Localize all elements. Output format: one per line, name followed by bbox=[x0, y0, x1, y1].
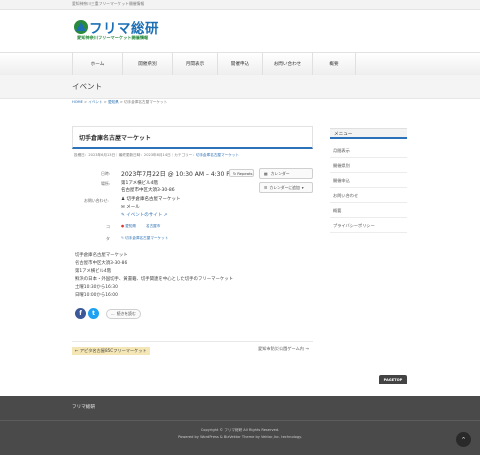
body-line-6: 日曜10:00から16:00 bbox=[75, 293, 118, 298]
repeats-label: Repeats bbox=[237, 170, 253, 176]
event-date: 2023年7月22日 @ 10:30 AM – 4:30 PM bbox=[121, 171, 236, 178]
logo-subtitle: 愛知神奈川フリーマーケット開催情報 bbox=[77, 35, 149, 40]
body-line-3: 第1アメ横ビル4階 bbox=[75, 269, 112, 274]
breadcrumb-current: 切手倉庫名古屋マーケット bbox=[124, 100, 168, 104]
nav-contact[interactable]: お問い合わせ bbox=[262, 53, 312, 75]
facebook-share-icon[interactable]: f bbox=[75, 308, 86, 319]
contact-name: ♟ 切手倉庫名古屋マーケット bbox=[121, 196, 180, 202]
body-line-1: 切手倉庫名古屋マーケット bbox=[75, 253, 128, 258]
sidebar-heading: メニュー bbox=[330, 128, 407, 139]
event-title: 切手倉庫名古屋マーケット bbox=[79, 135, 152, 142]
breadcrumb-aichi[interactable]: 愛知県 bbox=[108, 100, 119, 104]
share-more-label: 続きを読む bbox=[116, 311, 136, 316]
sidebar-item-contact[interactable]: お問い合わせ bbox=[330, 189, 407, 203]
sidebar-item-privacy[interactable]: プライバシーポリシー bbox=[330, 219, 407, 233]
place-line-2: 名古屋市中区大須3-30-86 bbox=[121, 188, 175, 193]
contact-label: お問い合わせ: bbox=[84, 198, 109, 203]
page-header: イベント bbox=[0, 75, 480, 99]
footer-divider bbox=[0, 420, 480, 421]
event-site-text: イベントのサイト bbox=[126, 213, 163, 218]
breadcrumb-events[interactable]: イベント bbox=[88, 100, 102, 104]
date-label: 日時: bbox=[101, 171, 111, 176]
footer-site-name[interactable]: フリマ総研 bbox=[72, 404, 95, 410]
share-more-button[interactable]: ⋯ 続きを読む bbox=[106, 309, 141, 319]
sidebar-item-monthly[interactable]: 月間表示 bbox=[330, 144, 407, 158]
event-tag-text: 切手倉庫名古屋マーケット bbox=[125, 236, 169, 240]
place-line-1: 第1アメ横ビル4階 bbox=[121, 181, 159, 186]
nav-home[interactable]: ホーム bbox=[72, 53, 122, 75]
next-post-link[interactable]: 愛知市防災公園ゲーム内 → bbox=[258, 346, 309, 352]
tags-label: タ bbox=[106, 236, 110, 241]
event-site-link[interactable]: ✎ イベントのサイト ↗ bbox=[121, 212, 167, 218]
nav-apply[interactable]: 開催申込 bbox=[217, 53, 262, 75]
sidebar-item-apply[interactable]: 開催申込 bbox=[330, 174, 407, 188]
chevron-down-icon: ▾ bbox=[301, 185, 304, 190]
category-label: コ bbox=[106, 224, 110, 229]
breadcrumb-home[interactable]: HOME bbox=[72, 100, 83, 104]
link-icon: ✎ bbox=[121, 213, 125, 218]
event-tag[interactable]: ✎ 切手倉庫名古屋マーケット bbox=[121, 236, 168, 241]
body-line-2: 名古屋市中区大須3-30-86 bbox=[75, 261, 128, 266]
tag-icon: ✎ bbox=[121, 236, 125, 240]
category-dot-icon: ● bbox=[121, 224, 125, 228]
footer-copyright: Copyright © フリマ総研 All Rights Reserved. bbox=[200, 428, 280, 432]
contact-name-text: 切手倉庫名古屋マーケット bbox=[126, 197, 181, 202]
nav-monthly[interactable]: 月間表示 bbox=[172, 53, 217, 75]
repeats-badge: ↻ Repeats bbox=[229, 169, 254, 177]
sidebar-item-by-prefecture[interactable]: 開催県別 bbox=[330, 159, 407, 173]
main-nav: ホーム 開催県別 月間表示 開催申込 お問い合わせ 概要 bbox=[0, 52, 480, 76]
breadcrumb-sep: > bbox=[119, 100, 123, 104]
add-to-calendar-label: カレンダーに追加 bbox=[269, 184, 300, 190]
breadcrumb-sep: > bbox=[103, 100, 107, 104]
mail-icon: ✉ bbox=[121, 205, 125, 210]
post-meta-text: 投稿日：2023年6月13日｜最終更新日時：2023年6月14日｜カテゴリー： bbox=[74, 153, 196, 157]
body-line-5: 土曜10:30から16:30 bbox=[75, 285, 118, 290]
sidebar-item-about[interactable]: 概要 bbox=[330, 204, 407, 218]
scroll-to-top-icon[interactable]: ⌃ bbox=[456, 432, 471, 447]
category-aichi-text: 愛知県 bbox=[125, 224, 137, 228]
post-meta: 投稿日：2023年6月13日｜最終更新日時：2023年6月14日｜カテゴリー：切… bbox=[74, 153, 239, 158]
nav-about[interactable]: 概要 bbox=[312, 53, 356, 75]
category-aichi[interactable]: ● 愛知県 bbox=[121, 224, 136, 229]
twitter-share-icon[interactable]: t bbox=[88, 308, 99, 319]
calendar-button[interactable]: ▦ カレンダー bbox=[259, 168, 313, 179]
place-label: 場所: bbox=[101, 181, 111, 186]
pagetop-button[interactable]: PAGETOP bbox=[379, 375, 407, 384]
breadcrumb-sep: > bbox=[84, 100, 88, 104]
share-icon: ⋯ bbox=[111, 311, 115, 317]
contact-mail[interactable]: ✉ メール bbox=[121, 204, 140, 210]
footer-powered: Powered by WordPress & BizVektor Theme b… bbox=[178, 435, 302, 439]
post-meta-category[interactable]: 切手倉庫名古屋マーケット bbox=[196, 153, 239, 157]
page-title: イベント bbox=[72, 82, 102, 91]
repeat-icon: ↻ bbox=[233, 170, 237, 176]
calendar-icon: ▦ bbox=[264, 171, 268, 176]
breadcrumb: HOME > イベント > 愛知県 > 切手倉庫名古屋マーケット bbox=[72, 100, 167, 105]
sidebar-heading-text: メニュー bbox=[334, 131, 353, 137]
logo-title: フリマ総研 bbox=[89, 21, 159, 37]
footer: フリマ総研 Copyright © フリマ総研 All Rights Reser… bbox=[0, 396, 480, 455]
body-line-4: 鮮浜の日本・外国切手、黄書籍、切手関連を中心とした切手のフリーマーケット bbox=[75, 277, 234, 282]
prev-post-link[interactable]: ← アピタ名古屋85Cフリーマーケット bbox=[72, 347, 150, 355]
calendar-button-label: カレンダー bbox=[270, 170, 290, 176]
contact-mail-text: メール bbox=[126, 205, 140, 210]
post-nav-divider bbox=[72, 341, 313, 342]
site-tagline: 愛知神奈川三重フリーマーケット開催情報 bbox=[72, 1, 145, 6]
rss-icon: ☰ bbox=[264, 185, 268, 190]
nav-by-prefecture[interactable]: 開催県別 bbox=[122, 53, 172, 75]
person-icon: ♟ bbox=[121, 197, 126, 202]
site-logo[interactable]: フリマ総研 愛知神奈川フリーマーケット開催情報 bbox=[72, 18, 172, 44]
external-link-icon: ↗ bbox=[163, 213, 168, 218]
add-to-calendar-button[interactable]: ☰ カレンダーに追加 ▾ bbox=[259, 182, 313, 193]
event-title-box: 切手倉庫名古屋マーケット bbox=[72, 126, 313, 149]
category-nagoya[interactable]: 名古屋市 bbox=[146, 224, 160, 229]
